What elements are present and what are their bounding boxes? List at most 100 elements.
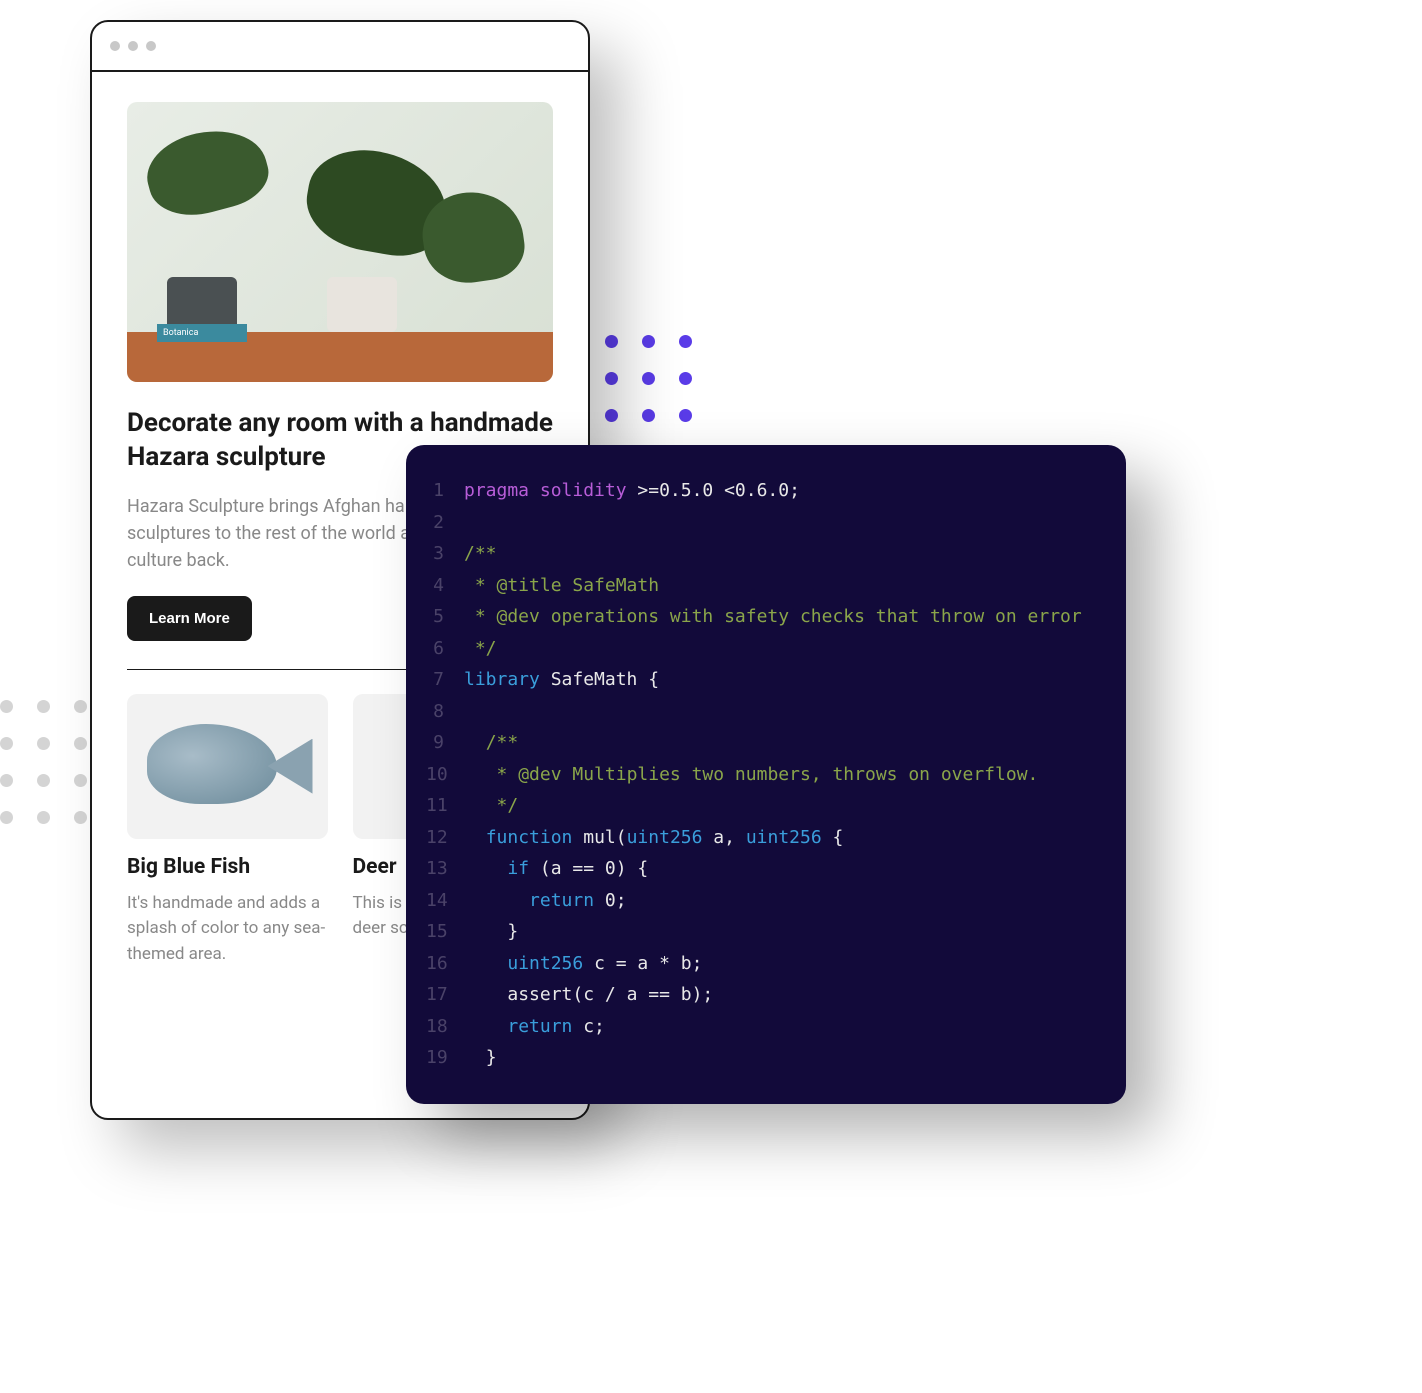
learn-more-button[interactable]: Learn More bbox=[127, 596, 252, 641]
code-line: 14 return 0; bbox=[426, 885, 1096, 917]
code-line: 13 if (a == 0) { bbox=[426, 853, 1096, 885]
code-line: 16 uint256 c = a * b; bbox=[426, 948, 1096, 980]
code-token: SafeMath { bbox=[551, 669, 659, 690]
dot-icon bbox=[642, 335, 655, 348]
code-text: * @title SafeMath bbox=[464, 570, 1096, 602]
dot-icon bbox=[37, 774, 50, 787]
dot-icon bbox=[0, 774, 13, 787]
dot-icon bbox=[679, 335, 692, 348]
dot-icon bbox=[0, 811, 13, 824]
product-card[interactable]: Big Blue Fish It's handmade and adds a s… bbox=[127, 694, 328, 968]
product-image bbox=[127, 694, 328, 839]
line-number: 19 bbox=[426, 1042, 464, 1074]
fish-icon bbox=[147, 724, 277, 804]
line-number: 15 bbox=[426, 916, 464, 948]
code-token: { bbox=[833, 827, 844, 848]
dot-icon bbox=[0, 700, 13, 713]
dot-icon bbox=[679, 409, 692, 422]
code-token: if bbox=[507, 858, 540, 879]
line-number: 11 bbox=[426, 790, 464, 822]
code-text: return 0; bbox=[464, 885, 1096, 917]
window-control-icon bbox=[128, 41, 138, 51]
code-token: mul( bbox=[583, 827, 626, 848]
line-number: 14 bbox=[426, 885, 464, 917]
line-number: 3 bbox=[426, 538, 464, 570]
code-token: return bbox=[507, 1016, 583, 1037]
code-token: */ bbox=[464, 638, 497, 659]
line-number: 1 bbox=[426, 475, 464, 507]
code-text: function mul(uint256 a, uint256 { bbox=[464, 822, 1096, 854]
code-token: library bbox=[464, 669, 551, 690]
code-text: return c; bbox=[464, 1011, 1096, 1043]
code-text: library SafeMath { bbox=[464, 664, 1096, 696]
code-token: * @dev operations with safety checks tha… bbox=[464, 606, 1082, 627]
code-text bbox=[464, 507, 1096, 539]
fish-tail-icon bbox=[268, 739, 313, 794]
line-number: 2 bbox=[426, 507, 464, 539]
code-token: } bbox=[507, 921, 518, 942]
line-number: 13 bbox=[426, 853, 464, 885]
code-token: /** bbox=[464, 543, 497, 564]
dot-icon bbox=[74, 774, 87, 787]
line-number: 18 bbox=[426, 1011, 464, 1043]
code-text: if (a == 0) { bbox=[464, 853, 1096, 885]
dot-icon bbox=[605, 409, 618, 422]
code-token: c = a * b; bbox=[594, 953, 702, 974]
line-number: 4 bbox=[426, 570, 464, 602]
dot-icon bbox=[0, 737, 13, 750]
code-line: 1pragma solidity >=0.5.0 <0.6.0; bbox=[426, 475, 1096, 507]
code-line: 8 bbox=[426, 696, 1096, 728]
plant-icon bbox=[139, 118, 276, 226]
dot-icon bbox=[642, 372, 655, 385]
code-token: */ bbox=[486, 795, 519, 816]
line-number: 16 bbox=[426, 948, 464, 980]
code-line: 7library SafeMath { bbox=[426, 664, 1096, 696]
code-line: 10 * @dev Multiplies two numbers, throws… bbox=[426, 759, 1096, 791]
dot-icon bbox=[74, 737, 87, 750]
code-text: } bbox=[464, 916, 1096, 948]
dot-icon bbox=[605, 372, 618, 385]
code-line: 15 } bbox=[426, 916, 1096, 948]
code-line: 9 /** bbox=[426, 727, 1096, 759]
line-number: 6 bbox=[426, 633, 464, 665]
window-control-icon bbox=[110, 41, 120, 51]
browser-chrome bbox=[92, 22, 588, 72]
code-line: 12 function mul(uint256 a, uint256 { bbox=[426, 822, 1096, 854]
code-text: pragma solidity >=0.5.0 <0.6.0; bbox=[464, 475, 1096, 507]
code-token: } bbox=[486, 1047, 497, 1068]
code-token: c; bbox=[583, 1016, 605, 1037]
line-number: 17 bbox=[426, 979, 464, 1011]
code-text: /** bbox=[464, 727, 1096, 759]
line-number: 10 bbox=[426, 759, 464, 791]
dot-icon bbox=[37, 811, 50, 824]
product-title: Big Blue Fish bbox=[127, 855, 328, 879]
line-number: 9 bbox=[426, 727, 464, 759]
code-token: a, bbox=[713, 827, 746, 848]
code-token: function bbox=[486, 827, 584, 848]
code-line: 3/** bbox=[426, 538, 1096, 570]
dot-grid-purple bbox=[605, 335, 692, 459]
dot-icon bbox=[642, 409, 655, 422]
code-line: 4 * @title SafeMath bbox=[426, 570, 1096, 602]
code-line: 11 */ bbox=[426, 790, 1096, 822]
code-token: pragma solidity bbox=[464, 480, 637, 501]
code-editor[interactable]: 1pragma solidity >=0.5.0 <0.6.0;23/**4 *… bbox=[406, 445, 1126, 1104]
code-token: uint256 bbox=[746, 827, 833, 848]
code-line: 17 assert(c / a == b); bbox=[426, 979, 1096, 1011]
dot-icon bbox=[74, 700, 87, 713]
code-text: /** bbox=[464, 538, 1096, 570]
code-token: /** bbox=[486, 732, 519, 753]
code-token: uint256 bbox=[507, 953, 594, 974]
line-number: 5 bbox=[426, 601, 464, 633]
book-label: Botanica bbox=[157, 324, 247, 342]
code-text: */ bbox=[464, 633, 1096, 665]
dot-icon bbox=[37, 737, 50, 750]
hero-image: Botanica bbox=[127, 102, 553, 382]
code-text: uint256 c = a * b; bbox=[464, 948, 1096, 980]
code-text bbox=[464, 696, 1096, 728]
code-line: 2 bbox=[426, 507, 1096, 539]
product-description: It's handmade and adds a splash of color… bbox=[127, 891, 328, 968]
dot-icon bbox=[74, 811, 87, 824]
code-token: * @title SafeMath bbox=[464, 575, 659, 596]
code-text: assert(c / a == b); bbox=[464, 979, 1096, 1011]
